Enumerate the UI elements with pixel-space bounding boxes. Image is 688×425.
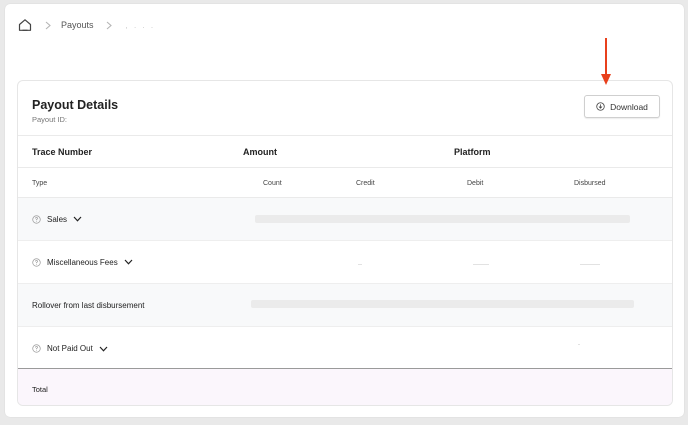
- page-container: Payouts , . . . Payout Details Payout ID…: [5, 4, 684, 417]
- payout-details-card: Payout Details Payout ID: Download Trace…: [17, 80, 673, 406]
- sales-label: Sales: [47, 214, 68, 224]
- chevron-right-icon: [41, 21, 55, 30]
- help-circle-icon[interactable]: [32, 214, 41, 224]
- miscellaneous-fees-label: Miscellaneous Fees: [47, 257, 118, 267]
- row-label: Not Paid Out: [32, 327, 108, 370]
- page-title: Payout Details: [32, 98, 119, 112]
- column-disbursed: Disbursed: [574, 180, 606, 187]
- total-row: Total: [18, 368, 672, 405]
- loading-placeholder: [358, 264, 362, 265]
- row-label: Sales: [32, 198, 82, 240]
- table-header: Type Count Credit Debit Disbursed: [18, 168, 672, 198]
- amount-label: Amount: [243, 147, 277, 157]
- loading-skeleton: [255, 215, 630, 223]
- column-count: Count: [263, 180, 282, 187]
- table-row: Sales: [18, 198, 672, 241]
- loading-placeholder: [473, 264, 489, 265]
- table-row: Miscellaneous Fees: [18, 241, 672, 284]
- home-icon[interactable]: [17, 17, 33, 33]
- download-button[interactable]: Download: [584, 95, 660, 118]
- column-debit: Debit: [467, 180, 484, 187]
- help-circle-icon[interactable]: [32, 344, 41, 353]
- loading-skeleton: [251, 300, 634, 308]
- payout-id-label: Payout ID:: [32, 115, 68, 124]
- row-label: Miscellaneous Fees: [32, 241, 133, 283]
- download-label: Download: [610, 101, 648, 112]
- card-header: Payout Details Payout ID: Download: [18, 81, 672, 136]
- not-paid-out-label: Not Paid Out: [47, 344, 93, 353]
- platform-label: Platform: [454, 147, 491, 157]
- breadcrumb: Payouts , . . .: [17, 15, 155, 35]
- help-circle-icon[interactable]: [32, 257, 41, 267]
- loading-placeholder: [578, 344, 580, 345]
- table-row: Rollover from last disbursement: [18, 284, 672, 327]
- column-type: Type: [32, 180, 48, 187]
- chevron-down-icon[interactable]: [73, 216, 82, 222]
- meta-row: Trace Number Amount Platform: [18, 136, 672, 168]
- column-credit: Credit: [356, 180, 375, 187]
- trace-number-label: Trace Number: [32, 147, 93, 157]
- row-label: Rollover from last disbursement: [32, 284, 144, 326]
- loading-placeholder: [580, 264, 600, 265]
- chevron-down-icon[interactable]: [99, 346, 108, 352]
- rollover-label: Rollover from last disbursement: [32, 300, 145, 310]
- annotation-arrow-icon: [601, 38, 611, 85]
- chevron-down-icon[interactable]: [124, 259, 133, 265]
- download-circle-icon: [596, 102, 605, 111]
- total-label: Total: [32, 385, 48, 394]
- chevron-right-icon: [102, 21, 116, 30]
- breadcrumb-current: , . . .: [125, 20, 156, 30]
- breadcrumb-payouts[interactable]: Payouts: [61, 20, 94, 30]
- table-row: Not Paid Out: [18, 327, 672, 370]
